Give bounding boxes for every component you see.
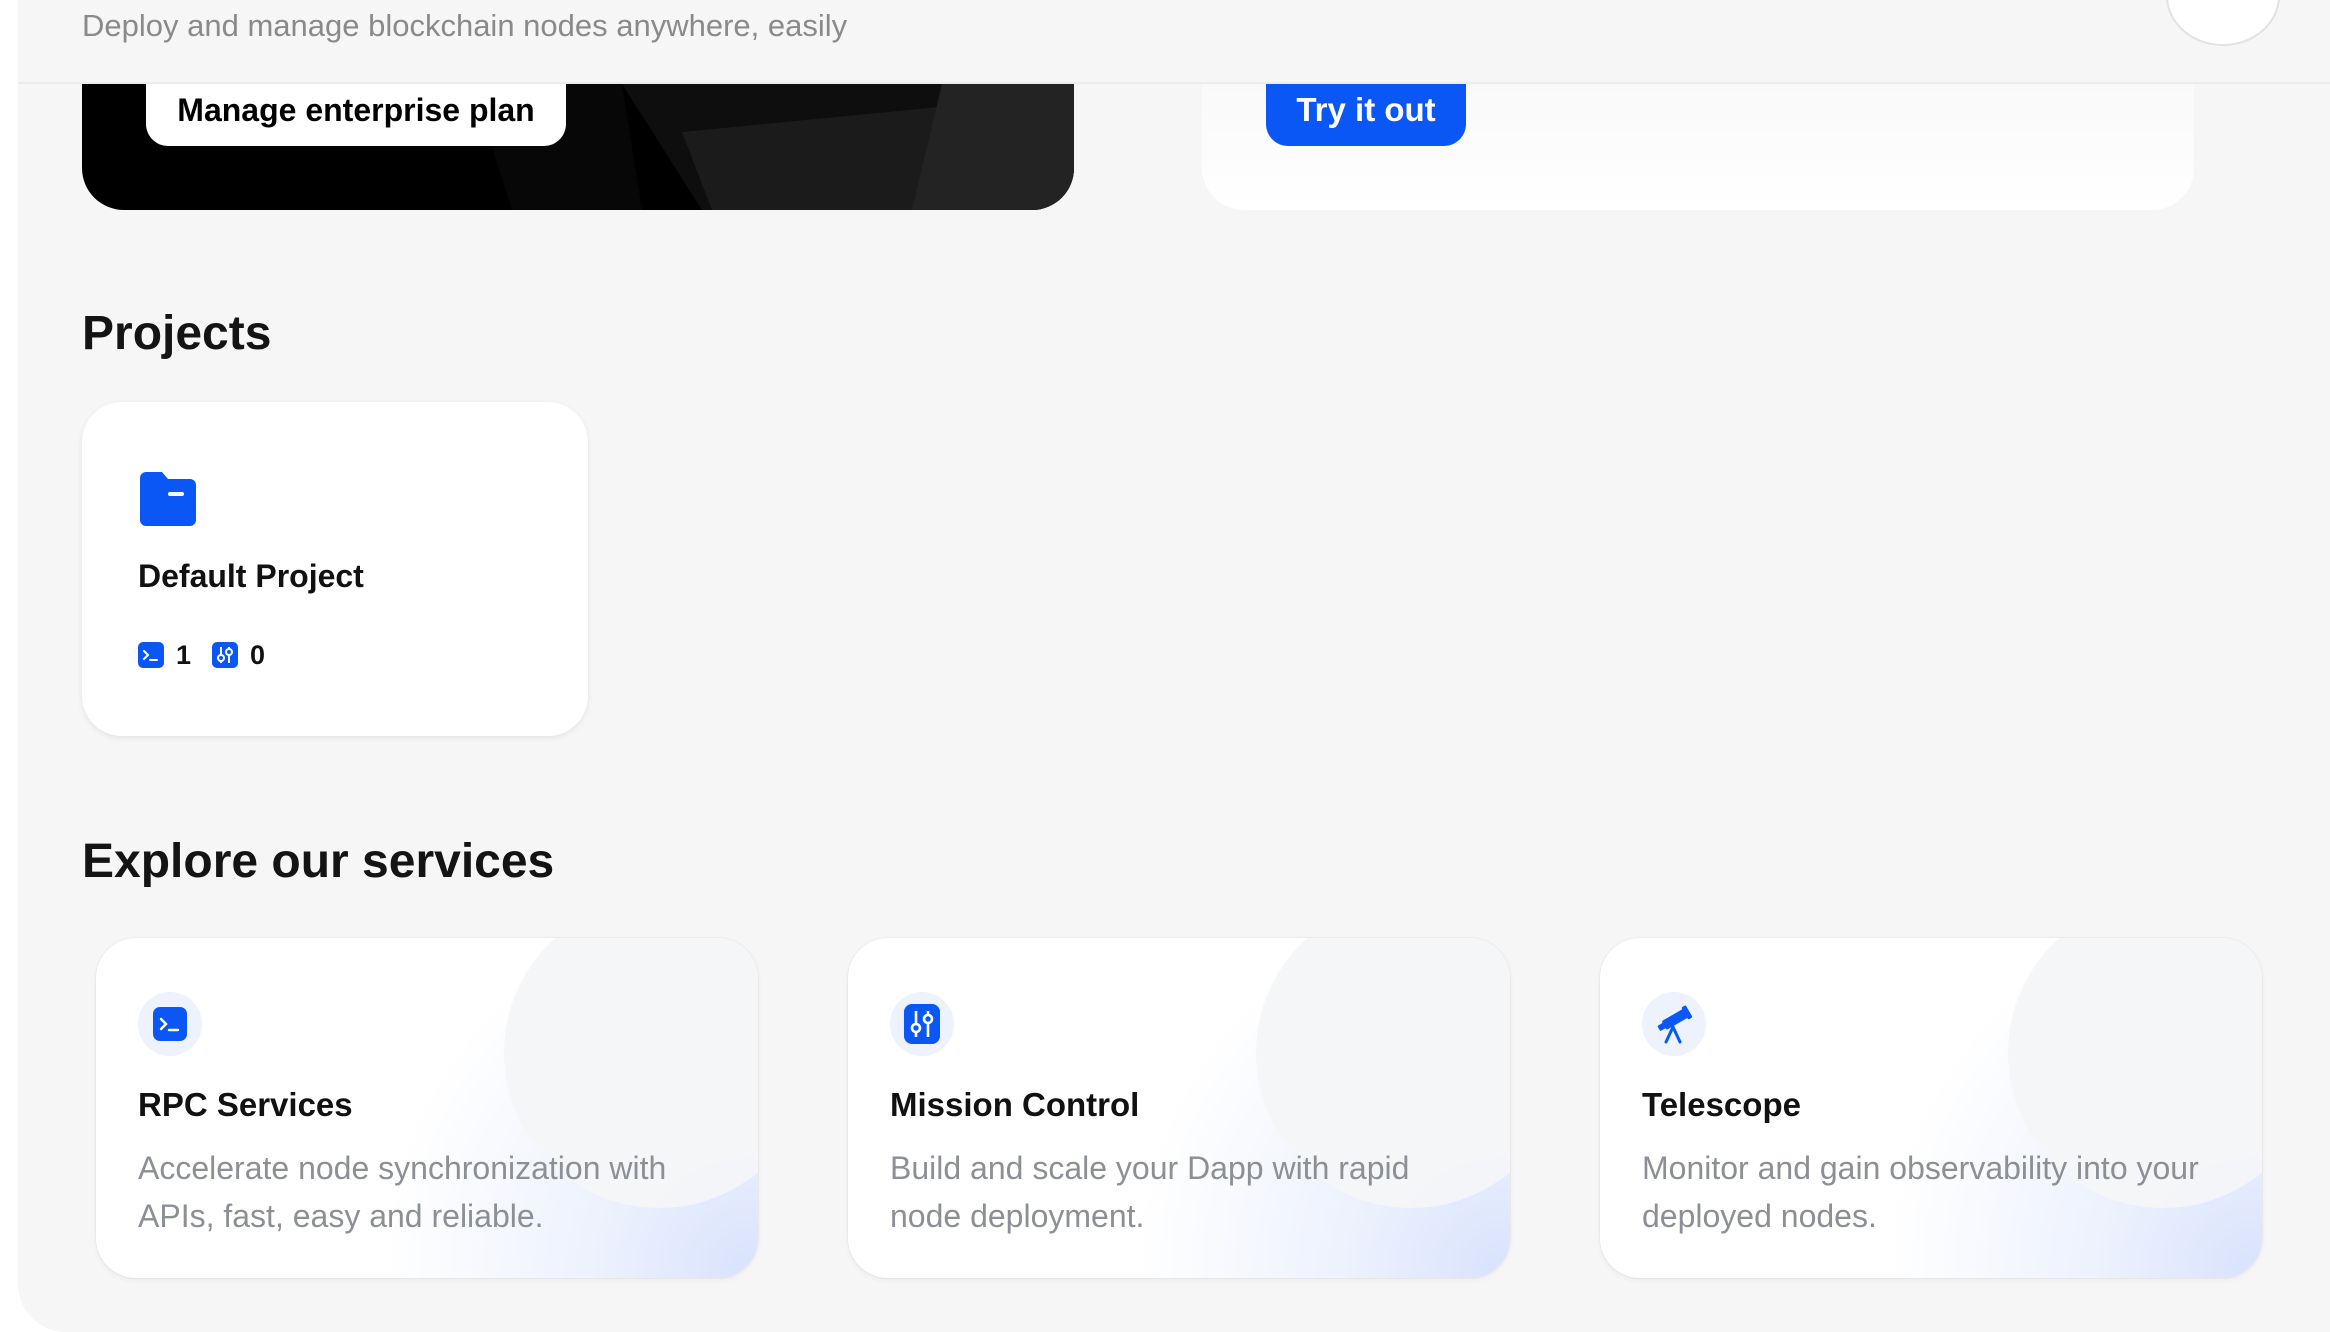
service-icon-badge [138, 992, 202, 1056]
projects-heading: Projects [82, 307, 272, 360]
project-rpc-stat: 1 [138, 640, 191, 670]
project-name: Default Project [138, 558, 364, 594]
terminal-icon [153, 1007, 187, 1041]
try-it-out-card: Try it out [1202, 84, 2194, 210]
project-mission-control-stat: 0 [212, 640, 265, 670]
sliders-icon [212, 642, 238, 668]
sliders-icon [904, 1004, 940, 1044]
telescope-icon [1657, 1005, 1693, 1044]
page-subtitle: Deploy and manage blockchain nodes anywh… [82, 8, 848, 43]
manage-enterprise-plan-button[interactable]: Manage enterprise plan [146, 84, 566, 146]
service-card-telescope[interactable]: Telescope Monitor and gain observability… [1600, 938, 2262, 1278]
service-icon-badge [890, 992, 954, 1056]
try-it-out-button[interactable]: Try it out [1266, 84, 1466, 146]
services-heading: Explore our services [82, 835, 555, 888]
service-title: RPC Services [138, 1086, 353, 1123]
service-description: Build and scale your Dapp with rapid nod… [890, 1150, 1410, 1234]
project-rpc-count: 1 [176, 639, 192, 670]
enterprise-plan-card: Manage enterprise plan [82, 84, 1074, 210]
service-description: Monitor and gain observability into your… [1642, 1150, 2199, 1234]
folder-icon [140, 472, 196, 526]
service-card-rpc[interactable]: RPC Services Accelerate node synchroniza… [96, 938, 758, 1278]
terminal-icon [138, 642, 164, 668]
service-card-mission-control[interactable]: Mission Control Build and scale your Dap… [848, 938, 1510, 1278]
service-title: Mission Control [890, 1086, 1140, 1123]
service-description: Accelerate node synchronization with API… [138, 1150, 667, 1234]
service-title: Telescope [1642, 1086, 1801, 1123]
service-icon-badge [1642, 992, 1706, 1056]
project-mission-control-count: 0 [250, 639, 266, 670]
project-card-default[interactable]: Default Project 1 0 [82, 402, 588, 736]
